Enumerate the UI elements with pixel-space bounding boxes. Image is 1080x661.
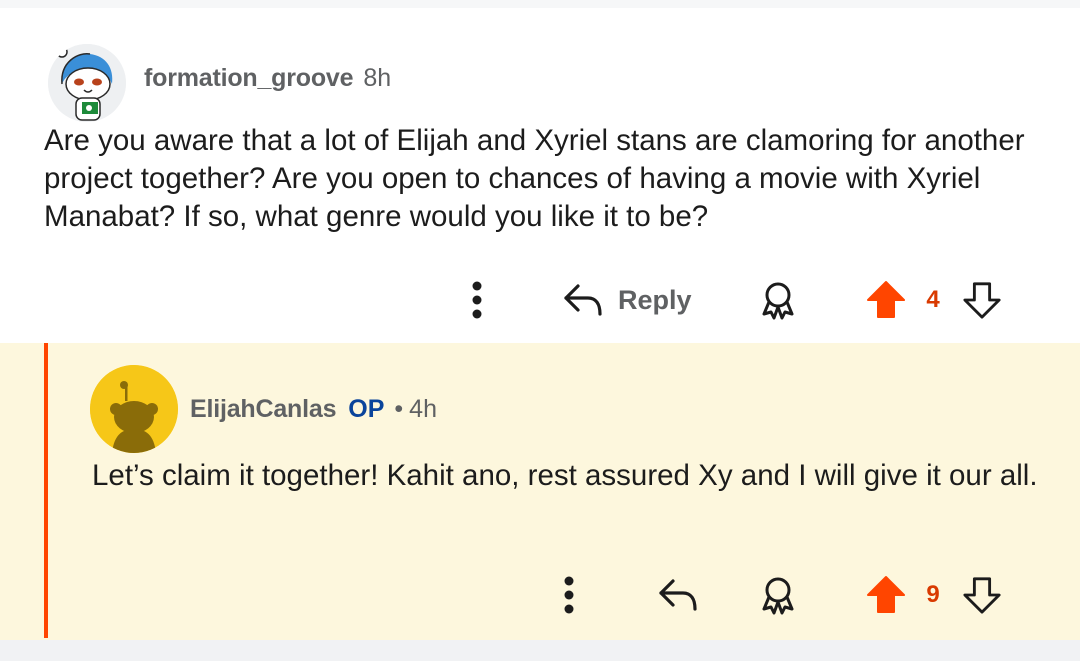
reply-label: Reply bbox=[618, 284, 692, 315]
award-button[interactable] bbox=[756, 278, 800, 322]
bottom-divider bbox=[0, 640, 1080, 661]
reply-comment: ElijahCanlas OP • 4h Let’s claim it toge… bbox=[0, 343, 1080, 640]
vote-score: 4 bbox=[918, 278, 948, 322]
award-icon bbox=[762, 282, 794, 320]
comment-thread: formation_groove 8h Are you aware that a… bbox=[0, 0, 1080, 661]
more-options-icon bbox=[564, 576, 574, 614]
default-snoo-avatar-icon bbox=[90, 365, 178, 453]
user-avatar[interactable] bbox=[90, 365, 178, 453]
award-icon bbox=[762, 577, 794, 615]
comment-body: Let’s claim it together! Kahit ano, rest… bbox=[92, 459, 1038, 492]
upvote-arrow-icon bbox=[867, 576, 905, 613]
comment-age: 4h bbox=[409, 395, 437, 423]
vote-score: 9 bbox=[918, 573, 948, 617]
meta-separator: • bbox=[394, 395, 404, 423]
comment-age: 8h bbox=[363, 64, 392, 92]
downvote-button[interactable] bbox=[960, 278, 1004, 322]
user-avatar[interactable] bbox=[48, 44, 126, 122]
downvote-button[interactable] bbox=[960, 573, 1004, 617]
reply-button[interactable] bbox=[656, 573, 700, 617]
award-button[interactable] bbox=[756, 573, 800, 617]
downvote-arrow-icon bbox=[963, 282, 1001, 319]
thread-line[interactable] bbox=[44, 343, 48, 638]
vote-count: 9 bbox=[926, 581, 940, 608]
username-link[interactable]: formation_groove bbox=[144, 64, 354, 93]
more-options-icon bbox=[472, 281, 482, 319]
vote-count: 4 bbox=[926, 286, 940, 313]
downvote-arrow-icon bbox=[963, 577, 1001, 614]
reply-arrow-icon bbox=[659, 579, 697, 611]
snoo-avatar-icon bbox=[48, 44, 126, 122]
upvote-button[interactable] bbox=[864, 278, 908, 322]
parent-comment: formation_groove 8h Are you aware that a… bbox=[0, 8, 1080, 343]
comment-body: Are you aware that a lot of Elijah and X… bbox=[44, 124, 1025, 233]
upvote-button[interactable] bbox=[864, 573, 908, 617]
reply-button[interactable]: Reply bbox=[562, 278, 692, 322]
comment-meta: formation_groove 8h bbox=[144, 64, 391, 93]
comment-meta: ElijahCanlas OP • 4h bbox=[190, 395, 437, 424]
more-options-button[interactable] bbox=[554, 573, 584, 617]
reply-arrow-icon bbox=[564, 284, 602, 316]
upvote-arrow-icon bbox=[867, 281, 905, 318]
top-divider bbox=[0, 0, 1080, 8]
more-options-button[interactable] bbox=[462, 278, 492, 322]
username-link[interactable]: ElijahCanlas bbox=[190, 395, 336, 424]
op-badge: OP bbox=[348, 395, 385, 423]
